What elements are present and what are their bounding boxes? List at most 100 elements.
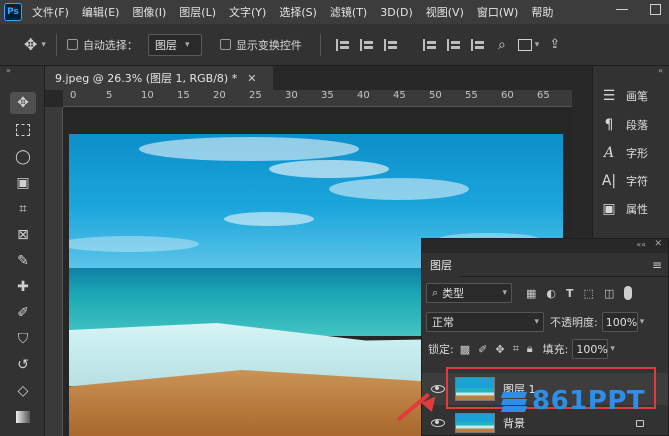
- move-tool-icon[interactable]: ✥: [24, 35, 37, 54]
- ruler-tick: 45: [393, 90, 406, 101]
- align-center-icon[interactable]: [359, 38, 374, 51]
- ruler-tick: 25: [249, 90, 262, 101]
- layers-panel-header: «« ✕: [422, 239, 668, 253]
- filter-toggle[interactable]: [624, 286, 633, 300]
- menu-select[interactable]: 选择(S): [279, 4, 317, 20]
- restore-icon[interactable]: [650, 4, 661, 15]
- visibility-eye-icon[interactable]: [431, 385, 445, 393]
- chevron-down-icon[interactable]: ▾: [535, 40, 540, 50]
- show-transform-option[interactable]: 显示变换控件: [219, 37, 302, 53]
- ruler-tick: 60: [501, 90, 514, 101]
- watermark-logo-icon: [500, 390, 528, 412]
- menu-edit[interactable]: 编辑(E): [82, 4, 120, 20]
- fill-label: 填充:: [542, 343, 569, 356]
- fill-field[interactable]: 100%: [572, 339, 609, 359]
- lock-position-icon[interactable]: ✥: [495, 343, 504, 356]
- panel-menu-icon[interactable]: ≡: [652, 258, 662, 272]
- menu-image[interactable]: 图像(I): [132, 4, 166, 20]
- clone-stamp-tool-icon[interactable]: ⛉: [10, 328, 36, 350]
- panel-glyphs[interactable]: A 字形: [600, 145, 648, 161]
- auto-select-target-value: 图层: [154, 38, 177, 52]
- menu-layer[interactable]: 图层(L): [179, 4, 216, 20]
- chevron-down-icon[interactable]: ▾: [640, 317, 645, 327]
- blend-mode-dropdown[interactable]: 正常 ▾: [426, 312, 544, 332]
- ruler-tick: 10: [141, 90, 154, 101]
- eyedropper-tool-icon[interactable]: ✎: [10, 250, 36, 272]
- lock-label: 锁定:: [428, 343, 454, 356]
- close-icon[interactable]: ✕: [654, 239, 662, 249]
- auto-select-target-dropdown[interactable]: 图层 ▾: [147, 33, 202, 56]
- opacity-field[interactable]: 100%: [601, 312, 638, 332]
- menu-window[interactable]: 窗口(W): [477, 4, 518, 20]
- eraser-tool-icon[interactable]: ◇: [10, 380, 36, 402]
- auto-select-option[interactable]: 自动选择：: [66, 37, 138, 53]
- align-bottom-icon[interactable]: [470, 38, 485, 51]
- layer-thumbnail: [455, 413, 495, 433]
- lasso-tool-icon[interactable]: ◯: [10, 146, 36, 168]
- search-icon[interactable]: ⌕: [498, 37, 506, 53]
- frame-tool-icon[interactable]: ⊠: [10, 224, 36, 246]
- chevron-down-icon[interactable]: ▾: [41, 40, 46, 50]
- layer-name: 背景: [503, 417, 525, 430]
- visibility-eye-icon[interactable]: [431, 419, 445, 427]
- close-icon[interactable]: ✕: [247, 72, 256, 85]
- panel-collapse-icon[interactable]: «: [658, 66, 663, 75]
- panel-collapse-icon[interactable]: »: [6, 66, 11, 75]
- opacity-value: 100%: [605, 315, 638, 329]
- filter-shape-icon[interactable]: ⬚: [584, 287, 594, 300]
- ruler-tick: 40: [357, 90, 370, 101]
- window-controls: [616, 4, 661, 15]
- show-transform-checkbox[interactable]: [219, 39, 231, 50]
- filter-adjustment-icon[interactable]: ◐: [546, 287, 556, 300]
- panel-properties[interactable]: ▣ 属性: [600, 201, 648, 217]
- panel-glyphs-label: 字形: [626, 147, 648, 160]
- filter-smart-object-icon[interactable]: ◫: [604, 287, 614, 300]
- lock-all-icon[interactable]: 🔒︎: [527, 342, 533, 356]
- filter-type-icon[interactable]: T: [566, 287, 574, 300]
- align-right-icon[interactable]: [383, 38, 398, 51]
- ruler-tick: 50: [429, 90, 442, 101]
- panel-paragraph[interactable]: ¶ 段落: [600, 117, 648, 133]
- filter-pixel-icon[interactable]: ▦: [526, 287, 536, 300]
- workspace-icon[interactable]: [517, 38, 532, 51]
- history-brush-tool-icon[interactable]: ↺: [10, 354, 36, 376]
- healing-brush-tool-icon[interactable]: ✚: [10, 276, 36, 298]
- menu-type[interactable]: 文字(Y): [229, 4, 266, 20]
- object-select-tool-icon[interactable]: ▣: [10, 172, 36, 194]
- lock-transparent-icon[interactable]: ▩: [460, 343, 470, 356]
- marquee-tool-icon[interactable]: [10, 119, 36, 141]
- lock-icon: [636, 419, 644, 427]
- menu-3d[interactable]: 3D(D): [380, 6, 413, 19]
- align-middle-icon[interactable]: [446, 38, 461, 51]
- tab-layers[interactable]: 图层: [422, 252, 460, 277]
- minimize-icon[interactable]: [616, 9, 628, 10]
- menu-file[interactable]: 文件(F): [32, 4, 69, 20]
- crop-tool-icon[interactable]: ⌗: [10, 198, 36, 220]
- auto-select-checkbox[interactable]: [66, 39, 78, 50]
- align-top-icon[interactable]: [422, 38, 437, 51]
- ruler-tick: 5: [106, 90, 113, 101]
- menu-help[interactable]: 帮助: [531, 4, 553, 20]
- properties-icon: ▣: [602, 201, 616, 217]
- panel-brush-settings-label: 画笔: [626, 90, 648, 103]
- gradient-tool-icon[interactable]: [10, 406, 36, 428]
- paragraph-icon: ¶: [604, 117, 614, 133]
- document-tab[interactable]: 9.jpeg @ 26.3% (图层 1, RGB/8) * ✕: [45, 66, 273, 90]
- menu-view[interactable]: 视图(V): [426, 4, 464, 20]
- brush-tool-icon[interactable]: ✐: [10, 302, 36, 324]
- ruler-tick: 0: [70, 90, 77, 101]
- watermark-text: 861PPT: [532, 386, 646, 416]
- layer-filter-dropdown[interactable]: ⌕ 类型 ▾: [426, 283, 512, 303]
- panel-collapse-icon[interactable]: ««: [636, 240, 646, 249]
- panel-character[interactable]: A| 字符: [600, 173, 648, 189]
- lock-pixels-icon[interactable]: ✐: [478, 343, 487, 356]
- share-icon[interactable]: ⇪: [549, 37, 560, 52]
- layer-filter-row: ⌕ 类型 ▾ ▦ ◐ T ⬚ ◫: [422, 277, 668, 309]
- panel-brush-settings[interactable]: ☰ 画笔: [600, 88, 648, 104]
- chevron-down-icon[interactable]: ▾: [610, 344, 615, 354]
- move-tool-icon[interactable]: ✥: [10, 92, 36, 114]
- menu-filter[interactable]: 滤镜(T): [330, 4, 367, 20]
- align-left-icon[interactable]: [335, 38, 350, 51]
- lock-artboard-icon[interactable]: ⌗: [513, 342, 519, 356]
- brush-settings-icon: ☰: [602, 88, 616, 104]
